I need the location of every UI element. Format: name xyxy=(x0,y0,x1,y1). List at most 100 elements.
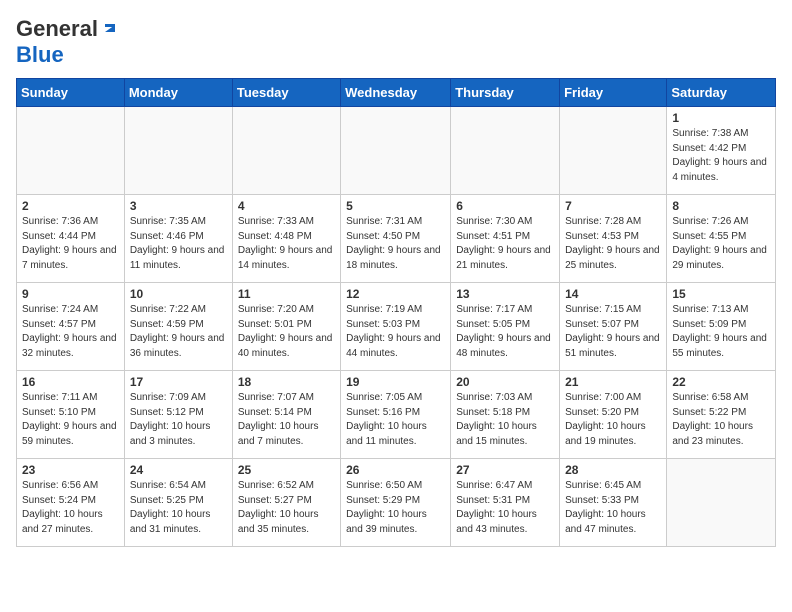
calendar-day-22: 22 Sunrise: 6:58 AM Sunset: 5:22 PM Dayli… xyxy=(667,371,776,459)
day-number: 20 xyxy=(456,375,554,389)
day-info: Sunrise: 7:24 AM Sunset: 4:57 PM Dayligh… xyxy=(22,303,119,361)
page-header: General Blue xyxy=(16,16,776,68)
calendar-week-4: 16Sunrise: 7:11 AM Sunset: 5:10 PM Dayli… xyxy=(17,371,776,459)
calendar-day-14: 14 Sunrise: 7:15 AM Sunset: 5:07 PM Dayli… xyxy=(560,283,667,371)
day-number: 13 xyxy=(456,287,554,301)
weekday-header-tuesday: Tuesday xyxy=(232,79,340,107)
day-info: Sunrise: 7:13 AM Sunset: 5:09 PM Dayligh… xyxy=(672,303,770,361)
day-info: Sunrise: 6:47 AM Sunset: 5:31 PM Dayligh… xyxy=(456,479,554,537)
calendar-day-empty xyxy=(560,107,667,195)
day-number: 19 xyxy=(346,375,445,389)
calendar-day-empty xyxy=(232,107,340,195)
day-number: 18 xyxy=(238,375,335,389)
calendar-day-19: 19 Sunrise: 7:05 AM Sunset: 5:16 PM Dayli… xyxy=(341,371,451,459)
weekday-header-friday: Friday xyxy=(560,79,667,107)
day-number: 26 xyxy=(346,463,445,477)
day-number: 16 xyxy=(22,375,119,389)
day-info: Sunrise: 6:58 AM Sunset: 5:22 PM Dayligh… xyxy=(672,391,770,449)
day-info: Sunrise: 7:09 AM Sunset: 5:12 PM Dayligh… xyxy=(130,391,227,449)
day-info: Sunrise: 7:17 AM Sunset: 5:05 PM Dayligh… xyxy=(456,303,554,361)
day-number: 10 xyxy=(130,287,227,301)
calendar-day-5: 5Sunrise: 7:31 AM Sunset: 4:50 PM Daylig… xyxy=(341,195,451,283)
day-number: 21 xyxy=(565,375,661,389)
day-info: Sunrise: 7:00 AM Sunset: 5:20 PM Dayligh… xyxy=(565,391,661,449)
calendar-day-6: 6 Sunrise: 7:30 AM Sunset: 4:51 PM Daylig… xyxy=(451,195,560,283)
day-info: Sunrise: 6:50 AM Sunset: 5:29 PM Dayligh… xyxy=(346,479,445,537)
calendar-week-2: 2Sunrise: 7:36 AM Sunset: 4:44 PM Daylig… xyxy=(17,195,776,283)
day-info: Sunrise: 7:36 AM Sunset: 4:44 PM Dayligh… xyxy=(22,215,119,273)
calendar-day-1: 1 Sunrise: 7:38 AM Sunset: 4:42 PM Daylig… xyxy=(667,107,776,195)
calendar-week-3: 9 Sunrise: 7:24 AM Sunset: 4:57 PM Daylig… xyxy=(17,283,776,371)
weekday-header-saturday: Saturday xyxy=(667,79,776,107)
day-info: Sunrise: 7:30 AM Sunset: 4:51 PM Dayligh… xyxy=(456,215,554,273)
day-number: 15 xyxy=(672,287,770,301)
day-info: Sunrise: 6:45 AM Sunset: 5:33 PM Dayligh… xyxy=(565,479,661,537)
calendar-day-empty xyxy=(17,107,125,195)
day-info: Sunrise: 7:03 AM Sunset: 5:18 PM Dayligh… xyxy=(456,391,554,449)
day-number: 27 xyxy=(456,463,554,477)
day-number: 14 xyxy=(565,287,661,301)
day-number: 12 xyxy=(346,287,445,301)
calendar-day-8: 8 Sunrise: 7:26 AM Sunset: 4:55 PM Daylig… xyxy=(667,195,776,283)
calendar-day-empty xyxy=(341,107,451,195)
day-info: Sunrise: 7:07 AM Sunset: 5:14 PM Dayligh… xyxy=(238,391,335,449)
calendar-day-27: 27 Sunrise: 6:47 AM Sunset: 5:31 PM Dayli… xyxy=(451,459,560,547)
day-info: Sunrise: 6:54 AM Sunset: 5:25 PM Dayligh… xyxy=(130,479,227,537)
logo: General Blue xyxy=(16,16,119,68)
calendar-day-23: 23 Sunrise: 6:56 AM Sunset: 5:24 PM Dayli… xyxy=(17,459,125,547)
day-info: Sunrise: 7:28 AM Sunset: 4:53 PM Dayligh… xyxy=(565,215,661,273)
calendar-week-1: 1 Sunrise: 7:38 AM Sunset: 4:42 PM Daylig… xyxy=(17,107,776,195)
calendar-day-9: 9 Sunrise: 7:24 AM Sunset: 4:57 PM Daylig… xyxy=(17,283,125,371)
calendar-day-21: 21 Sunrise: 7:00 AM Sunset: 5:20 PM Dayli… xyxy=(560,371,667,459)
day-number: 25 xyxy=(238,463,335,477)
weekday-header-sunday: Sunday xyxy=(17,79,125,107)
calendar-day-11: 11 Sunrise: 7:20 AM Sunset: 5:01 PM Dayli… xyxy=(232,283,340,371)
day-number: 17 xyxy=(130,375,227,389)
day-info: Sunrise: 7:05 AM Sunset: 5:16 PM Dayligh… xyxy=(346,391,445,449)
day-info: Sunrise: 7:35 AM Sunset: 4:46 PM Dayligh… xyxy=(130,215,227,273)
day-number: 8 xyxy=(672,199,770,213)
calendar-day-empty xyxy=(124,107,232,195)
calendar-day-empty xyxy=(451,107,560,195)
calendar-day-25: 25 Sunrise: 6:52 AM Sunset: 5:27 PM Dayli… xyxy=(232,459,340,547)
day-number: 7 xyxy=(565,199,661,213)
day-info: Sunrise: 7:38 AM Sunset: 4:42 PM Dayligh… xyxy=(672,127,770,185)
day-info: Sunrise: 7:15 AM Sunset: 5:07 PM Dayligh… xyxy=(565,303,661,361)
day-number: 11 xyxy=(238,287,335,301)
calendar-day-12: 12 Sunrise: 7:19 AM Sunset: 5:03 PM Dayli… xyxy=(341,283,451,371)
calendar-day-3: 3Sunrise: 7:35 AM Sunset: 4:46 PM Daylig… xyxy=(124,195,232,283)
calendar-day-4: 4Sunrise: 7:33 AM Sunset: 4:48 PM Daylig… xyxy=(232,195,340,283)
calendar-day-13: 13 Sunrise: 7:17 AM Sunset: 5:05 PM Dayli… xyxy=(451,283,560,371)
day-info: Sunrise: 7:19 AM Sunset: 5:03 PM Dayligh… xyxy=(346,303,445,361)
day-info: Sunrise: 7:31 AM Sunset: 4:50 PM Dayligh… xyxy=(346,215,445,273)
calendar-day-10: 10 Sunrise: 7:22 AM Sunset: 4:59 PM Dayli… xyxy=(124,283,232,371)
day-number: 22 xyxy=(672,375,770,389)
calendar-day-16: 16Sunrise: 7:11 AM Sunset: 5:10 PM Dayli… xyxy=(17,371,125,459)
day-info: Sunrise: 7:20 AM Sunset: 5:01 PM Dayligh… xyxy=(238,303,335,361)
calendar-day-20: 20 Sunrise: 7:03 AM Sunset: 5:18 PM Dayli… xyxy=(451,371,560,459)
day-number: 23 xyxy=(22,463,119,477)
day-number: 28 xyxy=(565,463,661,477)
day-number: 6 xyxy=(456,199,554,213)
day-info: Sunrise: 7:26 AM Sunset: 4:55 PM Dayligh… xyxy=(672,215,770,273)
logo-general-text: General xyxy=(16,16,98,42)
calendar-day-7: 7 Sunrise: 7:28 AM Sunset: 4:53 PM Daylig… xyxy=(560,195,667,283)
day-info: Sunrise: 7:22 AM Sunset: 4:59 PM Dayligh… xyxy=(130,303,227,361)
calendar-day-empty xyxy=(667,459,776,547)
logo-blue-text: Blue xyxy=(16,42,64,67)
day-number: 9 xyxy=(22,287,119,301)
weekday-header-monday: Monday xyxy=(124,79,232,107)
calendar-day-17: 17 Sunrise: 7:09 AM Sunset: 5:12 PM Dayli… xyxy=(124,371,232,459)
calendar-table: SundayMondayTuesdayWednesdayThursdayFrid… xyxy=(16,78,776,547)
calendar-day-15: 15 Sunrise: 7:13 AM Sunset: 5:09 PM Dayli… xyxy=(667,283,776,371)
calendar-day-24: 24 Sunrise: 6:54 AM Sunset: 5:25 PM Dayli… xyxy=(124,459,232,547)
day-number: 1 xyxy=(672,111,770,125)
weekday-header-thursday: Thursday xyxy=(451,79,560,107)
calendar-day-18: 18 Sunrise: 7:07 AM Sunset: 5:14 PM Dayli… xyxy=(232,371,340,459)
logo-arrow-icon xyxy=(101,18,119,41)
calendar-day-28: 28 Sunrise: 6:45 AM Sunset: 5:33 PM Dayli… xyxy=(560,459,667,547)
day-info: Sunrise: 6:52 AM Sunset: 5:27 PM Dayligh… xyxy=(238,479,335,537)
day-number: 24 xyxy=(130,463,227,477)
day-info: Sunrise: 6:56 AM Sunset: 5:24 PM Dayligh… xyxy=(22,479,119,537)
calendar-day-26: 26 Sunrise: 6:50 AM Sunset: 5:29 PM Dayli… xyxy=(341,459,451,547)
